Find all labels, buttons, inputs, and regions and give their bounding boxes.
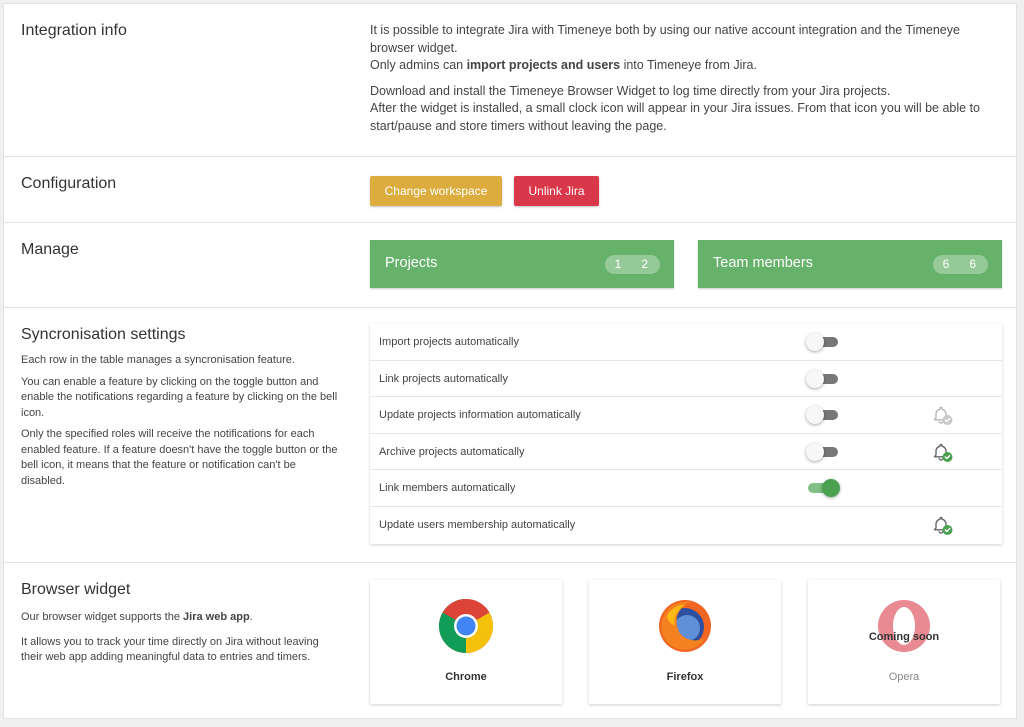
widget-desc-before: Our browser widget supports the: [21, 611, 184, 623]
browser-widget-description: Our browser widget supports the Jira web…: [21, 610, 341, 672]
widget-download-note: Download and install the Timeneye Browse…: [370, 83, 891, 98]
sync-row-label: Link projects automatically: [379, 372, 509, 385]
sync-toggle[interactable]: [806, 479, 840, 498]
sync-desc-1: Each row in the table manages a syncroni…: [21, 354, 295, 366]
toggle-knob: [806, 442, 824, 461]
toggle-knob: [806, 369, 824, 388]
team-members-card[interactable]: Team members 6 6: [698, 240, 1002, 288]
sync-table: Import projects automatically Link projec…: [370, 324, 1002, 544]
sync-toggle[interactable]: [806, 369, 840, 388]
sync-toggle[interactable]: [806, 333, 840, 351]
chrome-widget-card[interactable]: Chrome: [370, 580, 562, 704]
integration-info-section: Integration info It is possible to integ…: [4, 4, 1016, 157]
team-members-label: Team members: [713, 255, 813, 271]
projects-count-b: 2: [641, 257, 650, 271]
sync-row: Archive projects automatically: [370, 434, 1002, 471]
sync-toggle[interactable]: [806, 406, 840, 425]
coming-soon-badge: Coming soon: [868, 631, 940, 643]
bell-check-icon[interactable]: [930, 443, 954, 463]
sync-row-label: Update users membership automatically: [379, 518, 576, 531]
sync-toggle[interactable]: [806, 442, 840, 461]
integration-info-text: It is possible to integrate Jira with Ti…: [370, 22, 1000, 143]
browser-widget-title: Browser widget: [21, 581, 131, 598]
widget-desc-after: .: [249, 611, 253, 623]
sync-row-label: Link members automatically: [379, 482, 516, 495]
opera-icon: [878, 600, 930, 652]
sync-row-label: Import projects automatically: [379, 336, 519, 348]
firefox-label: Firefox: [666, 671, 704, 683]
integration-info-title: Integration info: [21, 22, 127, 39]
team-members-count-badge: 6 6: [932, 255, 988, 274]
sync-row: Link members automatically: [370, 470, 1002, 507]
sync-settings-section: Syncronisation settings Each row in the …: [4, 308, 1016, 563]
admins-note-before: Only admins can: [370, 58, 467, 72]
unlink-jira-button[interactable]: Unlink Jira: [514, 176, 599, 206]
sync-row-label: Update projects information automaticall…: [379, 409, 581, 422]
toggle-knob: [806, 333, 824, 351]
sync-row: Import projects automatically: [370, 324, 1002, 361]
integration-settings-card: Integration info It is possible to integ…: [3, 3, 1017, 719]
widget-clock-note: After the widget is installed, a small c…: [370, 101, 980, 133]
bell-check-disabled-icon[interactable]: [930, 406, 954, 426]
sync-description: Each row in the table manages a syncroni…: [21, 353, 341, 495]
firefox-icon: [659, 600, 711, 652]
admins-note-bold: import projects and users: [466, 58, 621, 72]
projects-label: Projects: [385, 255, 438, 271]
projects-count-a: 1: [614, 257, 624, 271]
sync-desc-2: You can enable a feature by clicking on …: [21, 375, 338, 419]
opera-label: Opera: [888, 671, 920, 683]
opera-widget-card: Coming soon Opera: [808, 580, 1000, 704]
widget-desc-bold: Jira web app: [183, 611, 250, 623]
manage-section: Manage Projects 1 2 Team members 6 6: [4, 223, 1016, 308]
team-count-b: 6: [969, 257, 978, 271]
widget-desc-2: It allows you to track your time directl…: [21, 635, 319, 664]
integration-intro: It is possible to integrate Jira with Ti…: [370, 23, 960, 55]
projects-card[interactable]: Projects 1 2: [370, 240, 674, 288]
configuration-title: Configuration: [21, 175, 117, 192]
manage-title: Manage: [21, 241, 79, 258]
sync-row: Link projects automatically: [370, 361, 1002, 398]
sync-row: Update projects information automaticall…: [370, 397, 1002, 434]
change-workspace-button[interactable]: Change workspace: [370, 176, 502, 206]
chrome-label: Chrome: [445, 671, 487, 683]
bell-check-icon[interactable]: [930, 516, 954, 536]
admins-note-after: into Timeneye from Jira.: [620, 58, 757, 72]
projects-count-badge: 1 2: [604, 255, 660, 274]
chrome-icon: [438, 598, 494, 653]
sync-desc-3: Only the specified roles will receive th…: [21, 428, 338, 487]
toggle-knob: [806, 406, 824, 425]
sync-row-label: Archive projects automatically: [379, 445, 525, 458]
toggle-knob: [822, 479, 840, 498]
sync-settings-title: Syncronisation settings: [21, 326, 186, 343]
sync-row: Update users membership automatically: [370, 507, 1002, 544]
browser-widget-section: Browser widget Our browser widget suppor…: [4, 563, 1016, 720]
configuration-section: Configuration Change workspace Unlink Ji…: [4, 157, 1016, 223]
team-count-a: 6: [942, 257, 952, 271]
firefox-widget-card[interactable]: Firefox: [589, 580, 781, 704]
